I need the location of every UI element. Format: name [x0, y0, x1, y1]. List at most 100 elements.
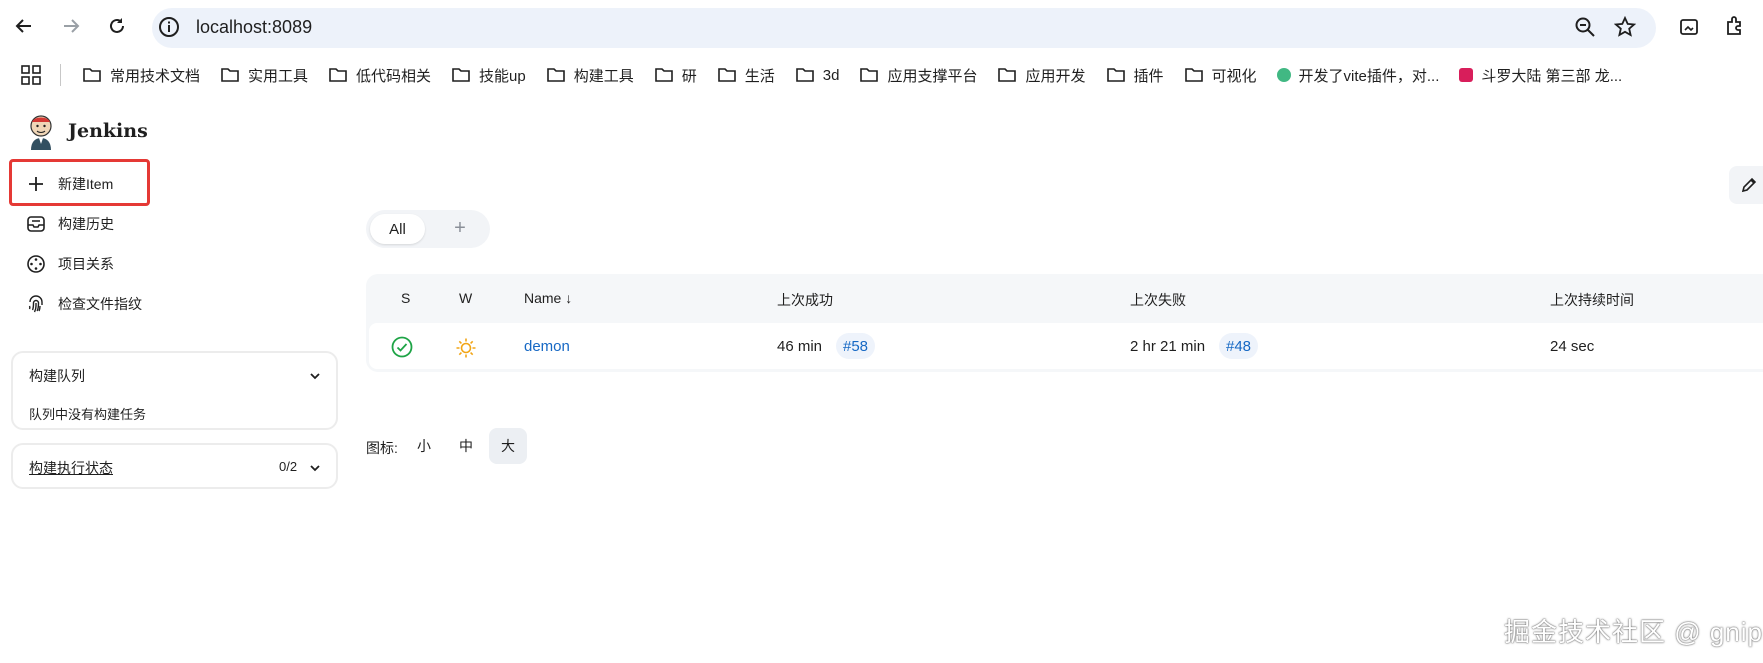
column-header-last-duration[interactable]: 上次持续时间 — [1550, 290, 1634, 310]
bookmark-link[interactable]: 斗罗大陆 第三部 龙... — [1459, 65, 1622, 86]
screenshot-icon[interactable] — [1678, 16, 1700, 38]
address-bar[interactable] — [152, 8, 1656, 48]
bookmark-folder[interactable]: 构建工具 — [546, 65, 634, 86]
last-failure-build-link[interactable]: #48 — [1219, 333, 1259, 359]
column-header-weather: W — [459, 290, 473, 306]
executor-status-panel: 构建执行状态 0/2 — [11, 443, 338, 489]
folder-icon — [717, 68, 736, 82]
bookmark-label: 可视化 — [1211, 67, 1257, 85]
reload-icon — [110, 18, 124, 33]
bookmark-folder[interactable]: 应用开发 — [997, 65, 1086, 86]
add-view-button[interactable]: + — [448, 216, 472, 240]
bookmark-label: 应用支撑平台 — [887, 67, 978, 85]
bookmark-label: 研 — [681, 67, 697, 85]
fingerprint-icon — [28, 295, 43, 313]
bookmark-label: 技能up — [479, 67, 526, 85]
highlight-box — [9, 159, 150, 206]
folder-icon — [860, 68, 879, 82]
zoom-icon[interactable] — [1574, 16, 1596, 38]
column-header-name[interactable]: Name ↓ — [524, 290, 572, 306]
folder-icon — [546, 68, 565, 82]
icon-size-small[interactable]: 小 — [405, 428, 443, 464]
brand-name[interactable]: Jenkins — [68, 120, 148, 142]
arrow-left-icon — [15, 19, 31, 33]
folder-icon — [452, 68, 470, 82]
chevron-down-icon[interactable] — [308, 369, 322, 383]
bookmark-label: 3d — [822, 66, 840, 84]
last-duration: 24 sec — [1550, 338, 1595, 355]
executor-count: 0/2 — [279, 459, 298, 474]
folder-icon — [998, 68, 1017, 82]
icon-size-large[interactable]: 大 — [489, 428, 527, 464]
bookmark-list: 常用技术文档 实用工具 低代码相关 技能up 构建工具 研 生活 3d 应用支撑… — [82, 62, 1642, 88]
last-success-time: 46 min — [777, 338, 823, 355]
info-icon[interactable] — [158, 16, 180, 38]
icon-size-medium[interactable]: 中 — [447, 428, 485, 464]
sidebar-item-label: 项目关系 — [58, 256, 114, 272]
relation-icon — [27, 255, 45, 273]
column-header-last-failure[interactable]: 上次失败 — [1130, 290, 1186, 310]
url-text[interactable]: localhost:8089 — [196, 17, 312, 38]
bookmark-folder[interactable]: 插件 — [1106, 65, 1164, 86]
arrow-right-icon — [64, 19, 80, 33]
bookmark-folder[interactable]: 常用技术文档 — [82, 65, 200, 86]
apps-grid-icon[interactable] — [20, 64, 42, 86]
pencil-icon — [1741, 177, 1757, 193]
sidebar-item-label: 构建历史 — [58, 216, 114, 232]
bookmark-folder[interactable]: 技能up — [451, 65, 526, 86]
bookmark-folder[interactable]: 实用工具 — [220, 65, 308, 86]
folder-icon — [329, 68, 347, 82]
bookmark-label: 应用开发 — [1025, 67, 1086, 85]
sidebar-item-fingerprint[interactable]: 检查文件指纹 — [26, 292, 142, 316]
bookmark-folder[interactable]: 生活 — [717, 65, 775, 86]
back-button[interactable] — [8, 10, 40, 42]
build-queue-title[interactable]: 构建队列 — [29, 366, 85, 386]
folder-icon — [654, 68, 673, 82]
bookmark-folder[interactable]: 3d — [795, 66, 840, 84]
bookmark-label: 生活 — [744, 67, 775, 85]
jenkins-logo-icon — [30, 115, 52, 150]
bookmark-label: 开发了vite插件，对... — [1298, 67, 1440, 85]
folder-icon — [83, 68, 101, 82]
folder-icon — [1184, 68, 1203, 82]
folder-icon — [1106, 68, 1125, 82]
chevron-down-icon[interactable] — [308, 461, 322, 475]
tab-all[interactable]: All — [370, 214, 425, 244]
executor-status-link[interactable]: 构建执行状态 — [29, 458, 113, 478]
last-failure-time: 2 hr 21 min — [1130, 338, 1206, 355]
bookmark-folder[interactable]: 应用支撑平台 — [859, 65, 977, 86]
bookmark-label: 低代码相关 — [356, 67, 432, 85]
icon-size-label: 图标: — [366, 440, 398, 456]
vite-favicon — [1276, 68, 1291, 82]
jing-favicon — [1459, 68, 1474, 82]
folder-icon — [221, 68, 239, 82]
bookmark-folder[interactable]: 低代码相关 — [328, 65, 431, 86]
bookmark-label: 插件 — [1133, 67, 1164, 85]
sunny-weather-icon — [456, 338, 476, 358]
reload-button[interactable] — [101, 10, 133, 42]
star-icon[interactable] — [1614, 16, 1636, 38]
bookmark-folder[interactable]: 可视化 — [1184, 65, 1257, 86]
watermark-text: 掘金技术社区 @ gnip — [1504, 617, 1763, 647]
build-queue-panel: 构建队列 队列中没有构建任务 — [11, 351, 338, 430]
last-success-build-link[interactable]: #58 — [836, 333, 876, 359]
forward-button[interactable] — [55, 10, 87, 42]
bookmark-folder[interactable]: 研 — [654, 65, 697, 86]
job-name-link[interactable]: demon — [524, 338, 570, 355]
sidebar-item-project-relationship[interactable]: 项目关系 — [26, 252, 114, 276]
column-header-last-success[interactable]: 上次成功 — [777, 290, 833, 310]
bookmark-label: 斗罗大陆 第三部 龙... — [1481, 67, 1623, 85]
bookmark-link[interactable]: 开发了vite插件，对... — [1276, 65, 1440, 86]
sidebar-item-label: 检查文件指纹 — [58, 296, 142, 312]
build-queue-empty-text: 队列中没有构建任务 — [29, 407, 147, 422]
history-icon — [27, 216, 45, 232]
bookmark-label: 构建工具 — [573, 67, 634, 85]
edit-description-button[interactable] — [1729, 166, 1763, 204]
success-status-icon — [391, 336, 413, 358]
folder-icon — [795, 68, 814, 82]
bookmarks-separator — [60, 64, 61, 86]
extensions-icon[interactable] — [1723, 14, 1747, 38]
column-header-status: S — [401, 290, 411, 306]
bookmark-label: 实用工具 — [248, 67, 309, 85]
sidebar-item-build-history[interactable]: 构建历史 — [26, 212, 114, 236]
